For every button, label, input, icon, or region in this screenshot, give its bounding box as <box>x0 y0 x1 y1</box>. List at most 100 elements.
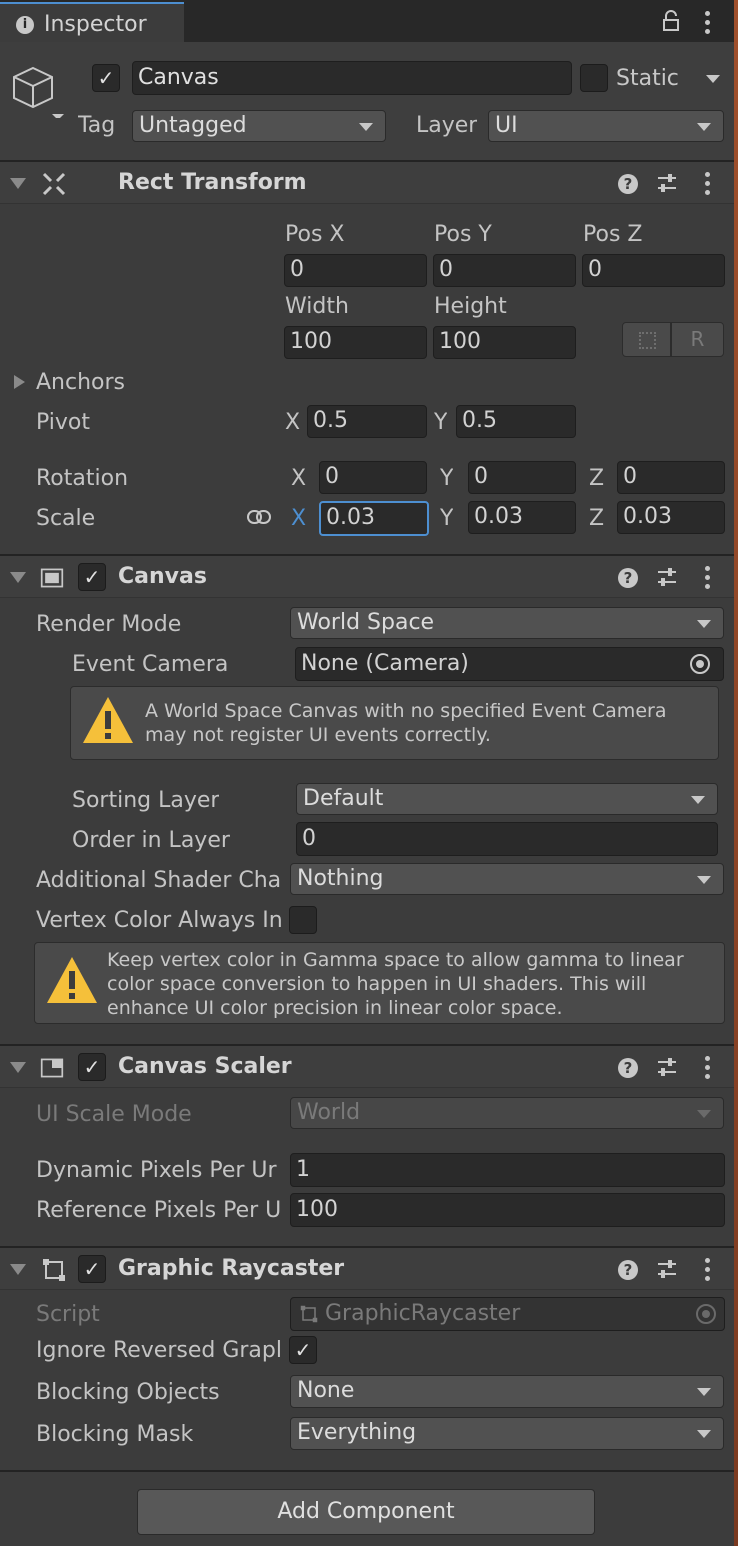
component-menu-icon[interactable] <box>703 1056 711 1080</box>
rect-transform-header[interactable]: Rect Transform ? <box>0 160 738 204</box>
static-dropdown-arrow[interactable] <box>706 75 720 83</box>
preset-icon[interactable] <box>656 172 678 194</box>
height-field[interactable]: 100 <box>433 326 576 359</box>
lock-icon[interactable] <box>662 10 680 32</box>
chevron-down-icon <box>359 123 373 131</box>
foldout-arrow[interactable] <box>10 1264 26 1275</box>
add-component-label: Add Component <box>277 1499 455 1524</box>
object-picker-icon[interactable] <box>690 654 710 674</box>
ignore-reversed-checkbox[interactable]: ✓ <box>289 1336 317 1364</box>
anchors-label[interactable]: Anchors <box>36 370 125 396</box>
vertex-warning-text: Keep vertex color in Gamma space to allo… <box>107 949 684 1019</box>
pos-y-label: Pos Y <box>434 222 492 247</box>
help-icon[interactable]: ? <box>618 1260 638 1280</box>
static-label: Static <box>616 66 679 91</box>
canvas-header[interactable]: ✓ Canvas ? <box>0 554 738 598</box>
ignore-reversed-label: Ignore Reversed Grapl <box>36 1338 282 1363</box>
blocking-mask-value: Everything <box>297 1420 417 1445</box>
pivot-label: Pivot <box>36 410 91 435</box>
tag-label: Tag <box>78 113 116 138</box>
canvas-scaler-header[interactable]: ✓ Canvas Scaler ? <box>0 1044 738 1088</box>
static-checkbox[interactable] <box>580 64 608 92</box>
rect-transform-icon <box>42 172 66 196</box>
help-icon[interactable]: ? <box>618 1058 638 1078</box>
tab-inspector[interactable]: i Inspector <box>0 2 184 42</box>
canvas-scaler-enabled-checkbox[interactable]: ✓ <box>78 1053 106 1081</box>
reference-pixels-label: Reference Pixels Per U <box>36 1198 282 1223</box>
canvas-enabled-checkbox[interactable]: ✓ <box>78 563 106 591</box>
raw-edit-button[interactable]: R <box>671 322 724 357</box>
blocking-objects-dropdown[interactable]: None <box>290 1375 724 1408</box>
chevron-down-icon <box>697 1388 711 1396</box>
width-field[interactable]: 100 <box>284 326 427 359</box>
link-icon[interactable] <box>246 508 272 526</box>
layer-dropdown[interactable]: UI <box>488 110 724 142</box>
add-component-button[interactable]: Add Component <box>137 1489 595 1535</box>
foldout-arrow[interactable] <box>10 572 26 583</box>
help-icon[interactable]: ? <box>618 174 638 194</box>
rotation-z-label: Z <box>589 466 605 491</box>
component-menu-icon[interactable] <box>703 172 711 196</box>
tab-title: Inspector <box>44 12 147 37</box>
warning-icon <box>47 957 97 1003</box>
preset-icon[interactable] <box>656 1258 678 1280</box>
reference-pixels-field[interactable]: 100 <box>290 1193 725 1227</box>
preset-icon[interactable] <box>656 566 678 588</box>
order-in-layer-label: Order in Layer <box>72 828 230 853</box>
anchors-foldout-arrow[interactable] <box>14 375 25 389</box>
help-icon[interactable]: ? <box>618 568 638 588</box>
script-field: GraphicRaycaster <box>290 1297 725 1331</box>
component-title: Canvas <box>118 564 207 589</box>
component-menu-icon[interactable] <box>703 1258 711 1282</box>
raw-edit-label: R <box>690 327 705 351</box>
pos-y-field[interactable]: 0 <box>433 254 576 287</box>
order-in-layer-field[interactable]: 0 <box>296 822 718 856</box>
rotation-x-field[interactable]: 0 <box>319 461 427 494</box>
additional-shader-label: Additional Shader Cha <box>36 868 282 893</box>
graphic-raycaster-header[interactable]: ✓ Graphic Raycaster ? <box>0 1246 738 1290</box>
scale-x-field[interactable]: 0.03 <box>319 501 429 536</box>
layer-value: UI <box>495 113 518 138</box>
sorting-layer-value: Default <box>303 786 384 811</box>
blocking-mask-label: Blocking Mask <box>36 1422 194 1447</box>
rotation-y-field[interactable]: 0 <box>468 461 576 494</box>
active-checkbox[interactable]: ✓ <box>92 64 120 92</box>
graphic-raycaster-icon <box>43 1259 65 1281</box>
tag-dropdown[interactable]: Untagged <box>132 110 386 142</box>
scale-x-label: X <box>291 506 307 531</box>
event-camera-field[interactable]: None (Camera) <box>295 647 724 681</box>
sorting-layer-dropdown[interactable]: Default <box>296 783 718 815</box>
scale-z-field[interactable]: 0.03 <box>617 501 725 534</box>
pos-z-field[interactable]: 0 <box>582 254 725 287</box>
pivot-y-field[interactable]: 0.5 <box>456 405 576 438</box>
rotation-z-field[interactable]: 0 <box>617 461 725 494</box>
additional-shader-dropdown[interactable]: Nothing <box>290 863 724 895</box>
cube-icon[interactable] <box>12 62 68 118</box>
vertex-color-label: Vertex Color Always In <box>36 908 283 933</box>
gameobject-header: ✓ Canvas Static Tag Untagged Layer UI <box>0 42 738 160</box>
tab-menu-icon[interactable] <box>703 11 711 35</box>
gameobject-name-field[interactable]: Canvas <box>132 61 572 95</box>
width-label: Width <box>285 294 349 319</box>
component-title: Graphic Raycaster <box>118 1256 345 1281</box>
ui-scale-mode-label: UI Scale Mode <box>36 1102 192 1127</box>
chevron-down-icon <box>691 796 705 804</box>
graphic-raycaster-enabled-checkbox[interactable]: ✓ <box>78 1255 106 1283</box>
blocking-mask-dropdown[interactable]: Everything <box>290 1417 724 1450</box>
foldout-arrow[interactable] <box>10 178 26 189</box>
event-camera-label: Event Camera <box>72 652 229 677</box>
chevron-down-icon <box>697 1110 711 1118</box>
foldout-arrow[interactable] <box>10 1062 26 1073</box>
pos-x-field[interactable]: 0 <box>284 254 427 287</box>
scene-view-edge <box>734 0 738 1546</box>
warning-icon <box>83 697 133 743</box>
dynamic-pixels-field[interactable]: 1 <box>290 1153 725 1187</box>
pivot-x-field[interactable]: 0.5 <box>307 405 427 438</box>
pos-z-label: Pos Z <box>583 222 643 247</box>
scale-y-field[interactable]: 0.03 <box>468 501 576 534</box>
component-menu-icon[interactable] <box>703 566 711 590</box>
vertex-color-checkbox[interactable] <box>289 906 317 934</box>
render-mode-dropdown[interactable]: World Space <box>290 607 724 639</box>
blueprint-mode-button[interactable] <box>622 322 671 357</box>
preset-icon[interactable] <box>656 1056 678 1078</box>
